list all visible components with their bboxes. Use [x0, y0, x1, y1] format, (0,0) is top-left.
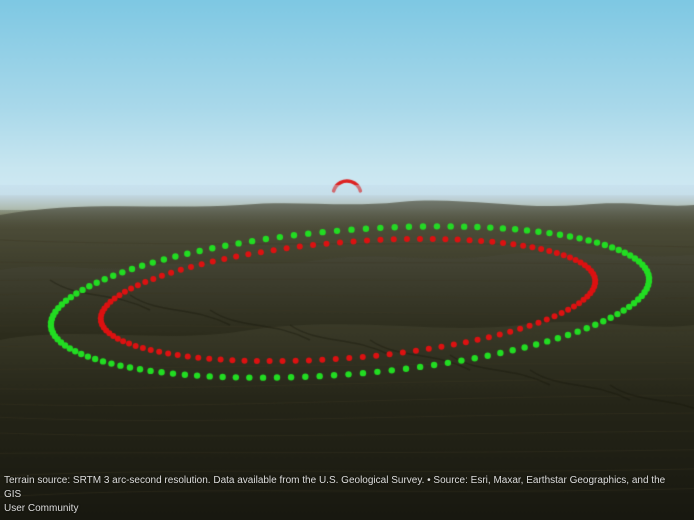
main-canvas	[0, 0, 694, 520]
scene-container: Terrain source: SRTM 3 arc-second resolu…	[0, 0, 694, 520]
attribution-line2: User Community	[4, 503, 78, 514]
attribution: Terrain source: SRTM 3 arc-second resolu…	[4, 474, 684, 516]
attribution-line1: Terrain source: SRTM 3 arc-second resolu…	[4, 475, 665, 500]
